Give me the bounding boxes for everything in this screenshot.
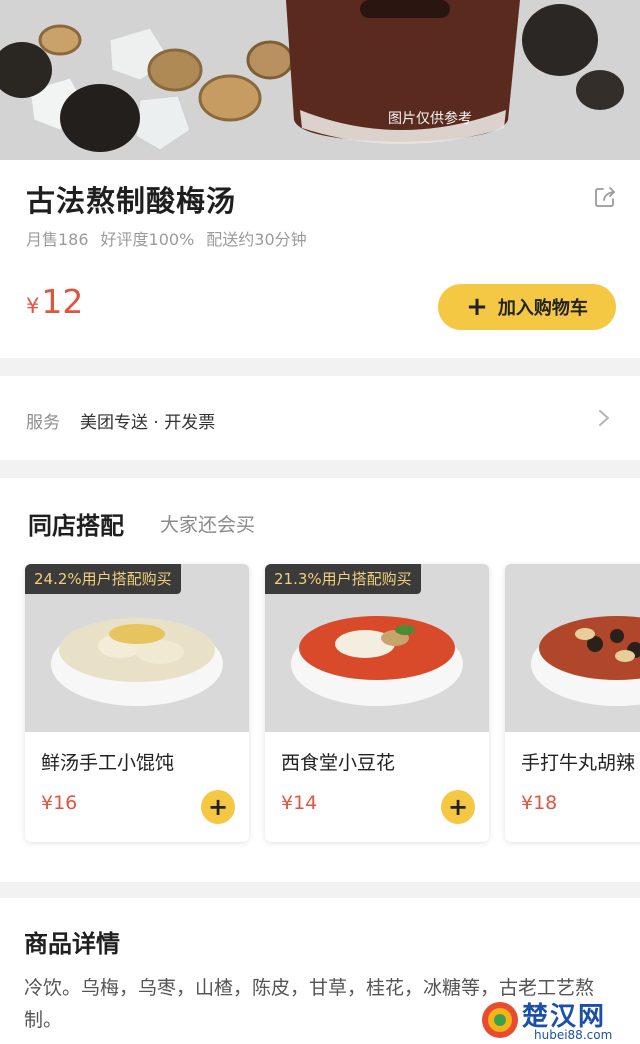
- product-title: 古法熬制酸梅汤: [26, 184, 237, 218]
- service-value: 美团专送 · 开发票: [80, 413, 216, 433]
- store-combo-section: 同店搭配 大家还会买 24.2%用户搭配购买 鲜汤手工小馄饨 ¥16 + 21.…: [0, 478, 640, 882]
- combo-item-wonton[interactable]: 24.2%用户搭配购买 鲜汤手工小馄饨 ¥16 +: [25, 564, 249, 842]
- image-disclaimer-watermark: 图片仅供参考: [388, 111, 472, 127]
- product-hero-image: 图片仅供参考: [0, 0, 640, 160]
- monthly-sales: 月售186: [26, 230, 89, 249]
- combo-add-button[interactable]: +: [441, 790, 475, 824]
- product-stats: 月售186 好评度100% 配送约30分钟: [26, 226, 319, 250]
- combo-item-image: [505, 564, 640, 732]
- combo-item-name: 西食堂小豆花: [281, 752, 396, 774]
- add-to-cart-button[interactable]: + 加入购物车: [438, 284, 616, 330]
- section-title: 同店搭配: [28, 512, 124, 540]
- site-logo-url: hubei88.com: [534, 1028, 613, 1042]
- combo-badge: 24.2%用户搭配购买: [25, 564, 181, 594]
- chevron-right-icon: [599, 410, 609, 426]
- product-info-card: 古法熬制酸梅汤 月售186 好评度100% 配送约30分钟 ¥12 + 加入购物车: [0, 160, 640, 358]
- combo-add-button[interactable]: +: [201, 790, 235, 824]
- rating: 好评度100%: [100, 230, 195, 249]
- beef-ball-soup-illustration: [505, 564, 640, 732]
- add-to-cart-label: 加入购物车: [497, 298, 588, 319]
- detail-title: 商品详情: [24, 930, 120, 958]
- section-subtitle: 大家还会买: [160, 514, 256, 536]
- combo-item-price: ¥14: [281, 792, 318, 814]
- price-currency: ¥: [26, 294, 40, 318]
- service-row[interactable]: 服务 美团专送 · 开发票: [0, 376, 640, 460]
- combo-item-tofu-pudding[interactable]: 21.3%用户搭配购买 西食堂小豆花 ¥14 +: [265, 564, 489, 842]
- price-amount: 12: [41, 282, 84, 321]
- combo-item-beef-ball-soup[interactable]: 手打牛丸胡辣 ¥18: [505, 564, 640, 842]
- combo-badge: 21.3%用户搭配购买: [265, 564, 421, 594]
- combo-item-price: ¥18: [521, 792, 558, 814]
- sour-plum-drink-illustration: [0, 0, 640, 160]
- combo-item-price: ¥16: [41, 792, 78, 814]
- service-label: 服务: [26, 413, 60, 433]
- product-price: ¥12: [26, 282, 83, 321]
- delivery-time: 配送约30分钟: [206, 230, 307, 249]
- combo-item-name: 鲜汤手工小馄饨: [41, 752, 175, 774]
- combo-item-name: 手打牛丸胡辣: [521, 752, 636, 774]
- share-icon[interactable]: [592, 184, 618, 210]
- plus-icon: +: [466, 292, 488, 322]
